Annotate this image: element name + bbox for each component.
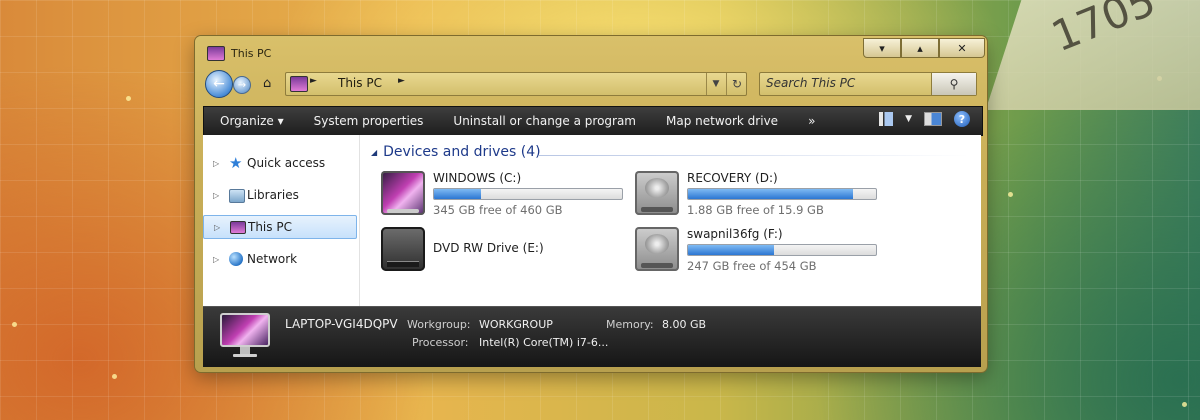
back-button[interactable]: ← xyxy=(205,70,233,98)
drive-name: swapnil36fg (F:) xyxy=(687,227,783,241)
dvd-drive-icon xyxy=(381,227,425,271)
group-title: Devices and drives (4) xyxy=(383,144,541,160)
globe-icon xyxy=(229,251,245,267)
wallpaper-dot xyxy=(126,96,131,101)
drive-usage-fill xyxy=(688,189,854,199)
drive-item[interactable]: RECOVERY (D:) 1.88 GB free of 15.9 GB xyxy=(635,171,885,221)
breadcrumb-chevron-icon[interactable]: ► xyxy=(310,76,317,86)
address-history-dropdown[interactable]: ▼ xyxy=(706,73,725,95)
more-commands-button[interactable]: » xyxy=(793,114,830,128)
expand-arrow-icon[interactable]: ▷ xyxy=(213,159,219,168)
nav-item-label: Libraries xyxy=(247,188,299,202)
drive-usage-bar xyxy=(687,188,877,200)
hard-drive-icon xyxy=(635,227,679,271)
view-options-dropdown[interactable]: ▼ xyxy=(905,114,912,124)
forward-button[interactable]: → xyxy=(233,76,251,94)
explorer-window: This PC ▾ ▴ ✕ ← → ⌂ ► This PC ► ▼ ↻ ⚲ Or… xyxy=(195,36,987,372)
memory-label: Memory: xyxy=(606,318,654,331)
system-properties-button[interactable]: System properties xyxy=(299,114,439,128)
group-header[interactable]: ◢ Devices and drives (4) xyxy=(371,144,541,160)
drive-item[interactable]: swapnil36fg (F:) 247 GB free of 454 GB xyxy=(635,227,885,277)
processor-value: Intel(R) Core(TM) i7-6... xyxy=(479,336,609,349)
home-icon[interactable]: ⌂ xyxy=(263,76,271,91)
windows-drive-icon xyxy=(381,171,425,215)
refresh-button[interactable]: ↻ xyxy=(726,73,747,95)
hard-drive-icon xyxy=(635,171,679,215)
libraries-folder-icon xyxy=(229,187,245,203)
nav-item-network[interactable]: ▷ Network xyxy=(203,248,357,270)
drive-usage-bar xyxy=(433,188,623,200)
drive-item[interactable]: DVD RW Drive (E:) xyxy=(381,227,631,277)
window-controls: ▾ ▴ ✕ xyxy=(863,38,985,58)
title-bar: This PC xyxy=(207,42,271,64)
nav-item-label: Quick access xyxy=(247,156,326,170)
uninstall-program-button[interactable]: Uninstall or change a program xyxy=(438,114,651,128)
navigation-pane: ▷ ★ Quick access ▷ Libraries ▷ This PC ▷… xyxy=(203,135,360,306)
wallpaper-dot xyxy=(112,374,117,379)
breadcrumb-this-pc[interactable]: This PC xyxy=(338,76,382,90)
help-icon[interactable]: ? xyxy=(954,111,970,127)
wallpaper-dot xyxy=(12,322,17,327)
maximize-button[interactable]: ▴ xyxy=(901,38,939,58)
workgroup-label: Workgroup: xyxy=(407,318,471,331)
pc-name: LAPTOP-VGI4DQPV xyxy=(285,317,398,331)
workgroup-value: WORKGROUP xyxy=(479,318,553,331)
drive-name: WINDOWS (C:) xyxy=(433,171,522,185)
wallpaper-dot xyxy=(1008,192,1013,197)
drive-free-space: 345 GB free of 460 GB xyxy=(433,203,563,217)
drive-usage-fill xyxy=(434,189,481,199)
this-pc-icon xyxy=(290,76,308,92)
expand-arrow-icon[interactable]: ▷ xyxy=(214,223,220,232)
window-title: This PC xyxy=(231,46,272,60)
nav-item-label: Network xyxy=(247,252,298,266)
minimize-button[interactable]: ▾ xyxy=(863,38,901,58)
change-view-icon[interactable] xyxy=(879,112,894,126)
group-divider xyxy=(539,155,969,156)
map-network-drive-button[interactable]: Map network drive xyxy=(651,114,793,128)
search-box: ⚲ xyxy=(759,72,977,96)
wallpaper-dot xyxy=(1182,402,1187,407)
organize-button[interactable]: Organize ▾ xyxy=(204,114,299,128)
content-pane: ◢ Devices and drives (4) WINDOWS (C:) 34… xyxy=(371,135,977,306)
navigation-row: ← → ⌂ ► This PC ► ▼ ↻ ⚲ xyxy=(203,70,979,98)
drive-usage-bar xyxy=(687,244,877,256)
drive-item[interactable]: WINDOWS (C:) 345 GB free of 460 GB xyxy=(381,171,631,221)
monitor-icon xyxy=(230,219,246,235)
close-button[interactable]: ✕ xyxy=(939,38,985,58)
preview-pane-icon[interactable] xyxy=(924,112,942,126)
drive-name: DVD RW Drive (E:) xyxy=(433,241,544,255)
processor-label: Processor: xyxy=(412,336,469,349)
nav-item-libraries[interactable]: ▷ Libraries xyxy=(203,184,357,206)
drive-usage-fill xyxy=(688,245,775,255)
star-icon: ★ xyxy=(229,154,243,172)
nav-item-quick-access[interactable]: ▷ ★ Quick access xyxy=(203,152,357,174)
breadcrumb-chevron-icon[interactable]: ► xyxy=(398,76,405,86)
memory-value: 8.00 GB xyxy=(662,318,707,331)
expand-arrow-icon[interactable]: ▷ xyxy=(213,255,219,264)
expand-arrow-icon[interactable]: ▷ xyxy=(213,191,219,200)
collapse-caret-icon[interactable]: ◢ xyxy=(371,148,377,157)
computer-icon xyxy=(220,313,270,357)
nav-item-label: This PC xyxy=(248,220,292,234)
search-input[interactable] xyxy=(766,76,932,90)
drive-free-space: 247 GB free of 454 GB xyxy=(687,259,817,273)
this-pc-icon xyxy=(207,45,225,61)
explorer-body: ▷ ★ Quick access ▷ Libraries ▷ This PC ▷… xyxy=(203,135,981,306)
drive-name: RECOVERY (D:) xyxy=(687,171,778,185)
drive-free-space: 1.88 GB free of 15.9 GB xyxy=(687,203,824,217)
nav-item-this-pc[interactable]: ▷ This PC xyxy=(203,215,357,239)
address-bar[interactable]: ► This PC ► ▼ ↻ xyxy=(285,72,747,96)
search-icon[interactable]: ⚲ xyxy=(931,73,976,95)
view-controls: ▼ ? xyxy=(879,111,970,127)
command-bar: Organize ▾ System properties Uninstall o… xyxy=(203,106,983,136)
details-pane: LAPTOP-VGI4DQPV Workgroup: WORKGROUP Mem… xyxy=(203,306,981,367)
